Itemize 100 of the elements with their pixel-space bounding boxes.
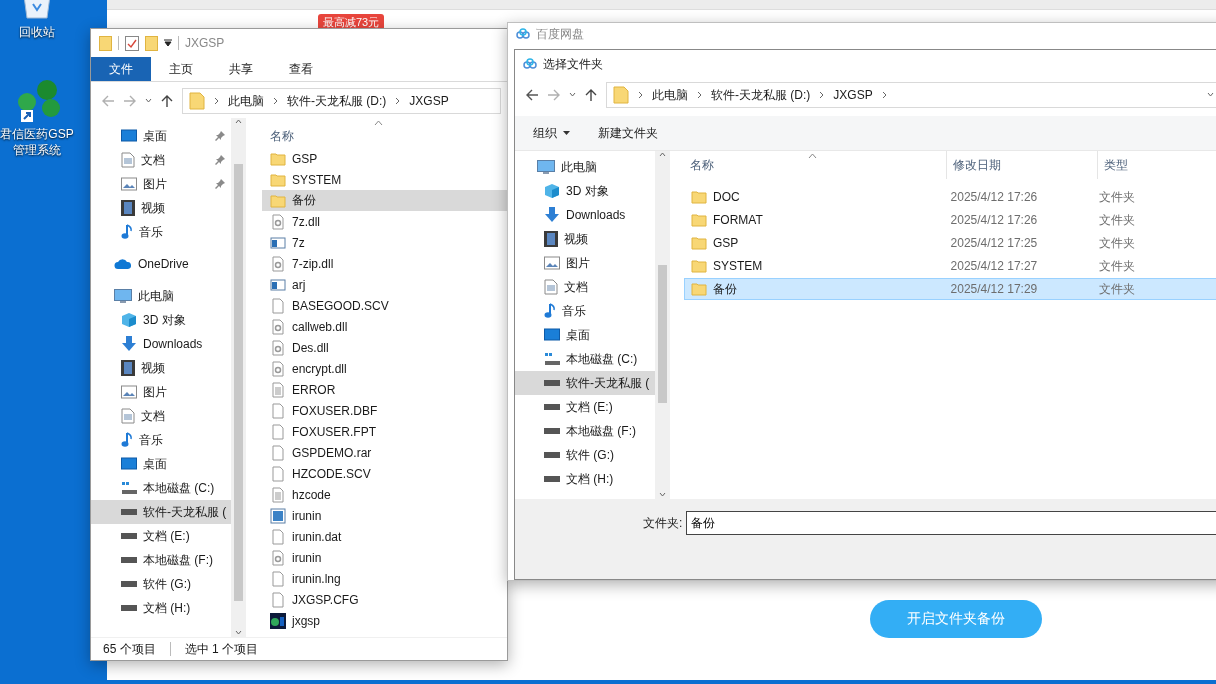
column-header[interactable]: 修改日期 — [947, 151, 1098, 179]
column-header[interactable]: 名称 — [684, 151, 947, 179]
ribbon-tab[interactable]: 文件 — [91, 57, 151, 81]
toolbar-button[interactable]: 新建文件夹 — [598, 124, 658, 142]
column-header[interactable]: 名称 — [262, 124, 507, 148]
ribbon-tab[interactable]: 查看 — [271, 57, 331, 81]
nav-item[interactable]: 文档 (H:) — [91, 596, 231, 620]
nav-item[interactable]: 软件 (G:) — [91, 572, 231, 596]
nav-item[interactable]: Downloads — [91, 332, 231, 356]
nav-item[interactable]: Downloads — [515, 203, 655, 227]
nav-item[interactable]: OneDrive — [91, 252, 231, 276]
file-item[interactable]: irunin — [262, 547, 507, 568]
file-item[interactable]: SYSTEM — [262, 169, 507, 190]
scrollbar[interactable] — [231, 118, 246, 637]
forward-icon[interactable] — [547, 88, 561, 102]
desktop-icon-label[interactable]: 君信医药GSP 管理系统 — [0, 126, 74, 158]
file-item[interactable]: BASEGOOD.SCV — [262, 295, 507, 316]
nav-item[interactable]: 文档 — [515, 275, 655, 299]
nav-item[interactable]: 图片 — [91, 380, 231, 404]
nav-item[interactable]: 文档 (H:) — [515, 467, 655, 491]
toolbar-button[interactable]: 组织 — [533, 124, 570, 142]
file-item[interactable]: GSP — [262, 148, 507, 169]
pin-icon[interactable] — [215, 155, 225, 165]
document-icon — [121, 408, 135, 424]
file-item[interactable]: GSPDEMO.rar — [262, 442, 507, 463]
file-item[interactable]: irunin — [262, 505, 507, 526]
folder-row[interactable]: FORMAT 2025/4/12 17:26 文件夹 — [684, 209, 1216, 231]
nav-item[interactable]: 桌面 — [515, 323, 655, 347]
folder-row[interactable]: SYSTEM 2025/4/12 17:27 文件夹 — [684, 255, 1216, 277]
scrollbar-thumb[interactable] — [234, 164, 243, 601]
nav-item[interactable]: 图片 — [515, 251, 655, 275]
nav-item[interactable]: 音乐 — [91, 428, 231, 452]
nav-item[interactable]: 此电脑 — [515, 155, 655, 179]
nav-item[interactable]: 文档 (E:) — [91, 524, 231, 548]
file-item[interactable]: callweb.dll — [262, 316, 507, 337]
nav-item[interactable]: 视频 — [91, 196, 231, 220]
file-item[interactable]: ERROR — [262, 379, 507, 400]
file-item[interactable]: arj — [262, 274, 507, 295]
breadcrumb[interactable]: 软件-天龙私服 (D:) — [711, 86, 811, 104]
pin-icon[interactable] — [215, 131, 225, 141]
file-item[interactable]: encrypt.dll — [262, 358, 507, 379]
nav-item[interactable]: 本地磁盘 (C:) — [91, 476, 231, 500]
file-item[interactable]: jxgsp — [262, 610, 507, 631]
back-icon[interactable] — [525, 88, 539, 102]
file-item[interactable]: 7z — [262, 232, 507, 253]
nav-item[interactable]: 桌面 — [91, 452, 231, 476]
folder-row[interactable]: GSP 2025/4/12 17:25 文件夹 — [684, 232, 1216, 254]
file-item[interactable]: 7z.dll — [262, 211, 507, 232]
ribbon-tab[interactable]: 共享 — [211, 57, 271, 81]
breadcrumb[interactable]: 此电脑 — [228, 92, 264, 110]
folder-row[interactable]: DOC 2025/4/12 17:26 文件夹 — [684, 186, 1216, 208]
breadcrumb[interactable]: JXGSP — [409, 94, 449, 108]
forward-icon[interactable] — [123, 94, 137, 108]
nav-item[interactable]: 音乐 — [91, 220, 231, 244]
ribbon-tab[interactable]: 主页 — [151, 57, 211, 81]
desktop-icon-label[interactable]: 回收站 — [19, 24, 55, 40]
nav-item[interactable]: 软件 (G:) — [515, 443, 655, 467]
nav-item[interactable]: 桌面 — [91, 124, 231, 148]
up-icon[interactable] — [584, 88, 598, 102]
nav-item[interactable]: 软件-天龙私服 ( — [515, 371, 655, 395]
nav-item[interactable]: 3D 对象 — [515, 179, 655, 203]
pin-icon[interactable] — [215, 179, 225, 189]
folder-icon[interactable] — [99, 35, 112, 51]
address-bar[interactable]: 此电脑 软件-天龙私服 (D:) JXGSP — [606, 82, 1216, 108]
file-item[interactable]: FOXUSER.DBF — [262, 400, 507, 421]
properties-icon[interactable] — [125, 35, 139, 51]
scrollbar-thumb[interactable] — [658, 265, 667, 403]
nav-item[interactable]: 文档 (E:) — [515, 395, 655, 419]
nav-item[interactable]: 本地磁盘 (F:) — [515, 419, 655, 443]
file-item[interactable]: 备份 — [262, 190, 507, 211]
file-item[interactable]: irunin.dat — [262, 526, 507, 547]
nav-item[interactable]: 软件-天龙私服 ( — [91, 500, 231, 524]
dropdown-icon[interactable] — [164, 39, 172, 47]
breadcrumb[interactable]: JXGSP — [833, 88, 873, 102]
file-item[interactable]: Des.dll — [262, 337, 507, 358]
address-bar[interactable]: 此电脑 软件-天龙私服 (D:) JXGSP — [182, 88, 501, 114]
scrollbar[interactable] — [655, 151, 670, 499]
nav-item[interactable]: 图片 — [91, 172, 231, 196]
nav-item[interactable]: 3D 对象 — [91, 308, 231, 332]
file-item[interactable]: 7-zip.dll — [262, 253, 507, 274]
folder-icon[interactable] — [145, 35, 158, 51]
file-item[interactable]: FOXUSER.FPT — [262, 421, 507, 442]
column-header[interactable]: 类型 — [1098, 151, 1216, 179]
file-item[interactable]: hzcode — [262, 484, 507, 505]
nav-item[interactable]: 文档 — [91, 148, 231, 172]
up-icon[interactable] — [160, 94, 174, 108]
file-item[interactable]: irunin.lng — [262, 568, 507, 589]
nav-item[interactable]: 本地磁盘 (F:) — [91, 548, 231, 572]
folder-row[interactable]: 备份 2025/4/12 17:29 文件夹 — [684, 278, 1216, 300]
file-item[interactable]: HZCODE.SCV — [262, 463, 507, 484]
nav-item[interactable]: 文档 — [91, 404, 231, 428]
file-item[interactable]: JXGSP.CFG — [262, 589, 507, 610]
nav-item[interactable]: 本地磁盘 (C:) — [515, 347, 655, 371]
nav-item[interactable]: 视频 — [515, 227, 655, 251]
folder-name-field[interactable]: 备份 — [686, 511, 1216, 535]
nav-item[interactable]: 此电脑 — [91, 284, 231, 308]
breadcrumb[interactable]: 此电脑 — [652, 86, 688, 104]
breadcrumb[interactable]: 软件-天龙私服 (D:) — [287, 92, 387, 110]
nav-item[interactable]: 音乐 — [515, 299, 655, 323]
nav-item[interactable]: 视频 — [91, 356, 231, 380]
